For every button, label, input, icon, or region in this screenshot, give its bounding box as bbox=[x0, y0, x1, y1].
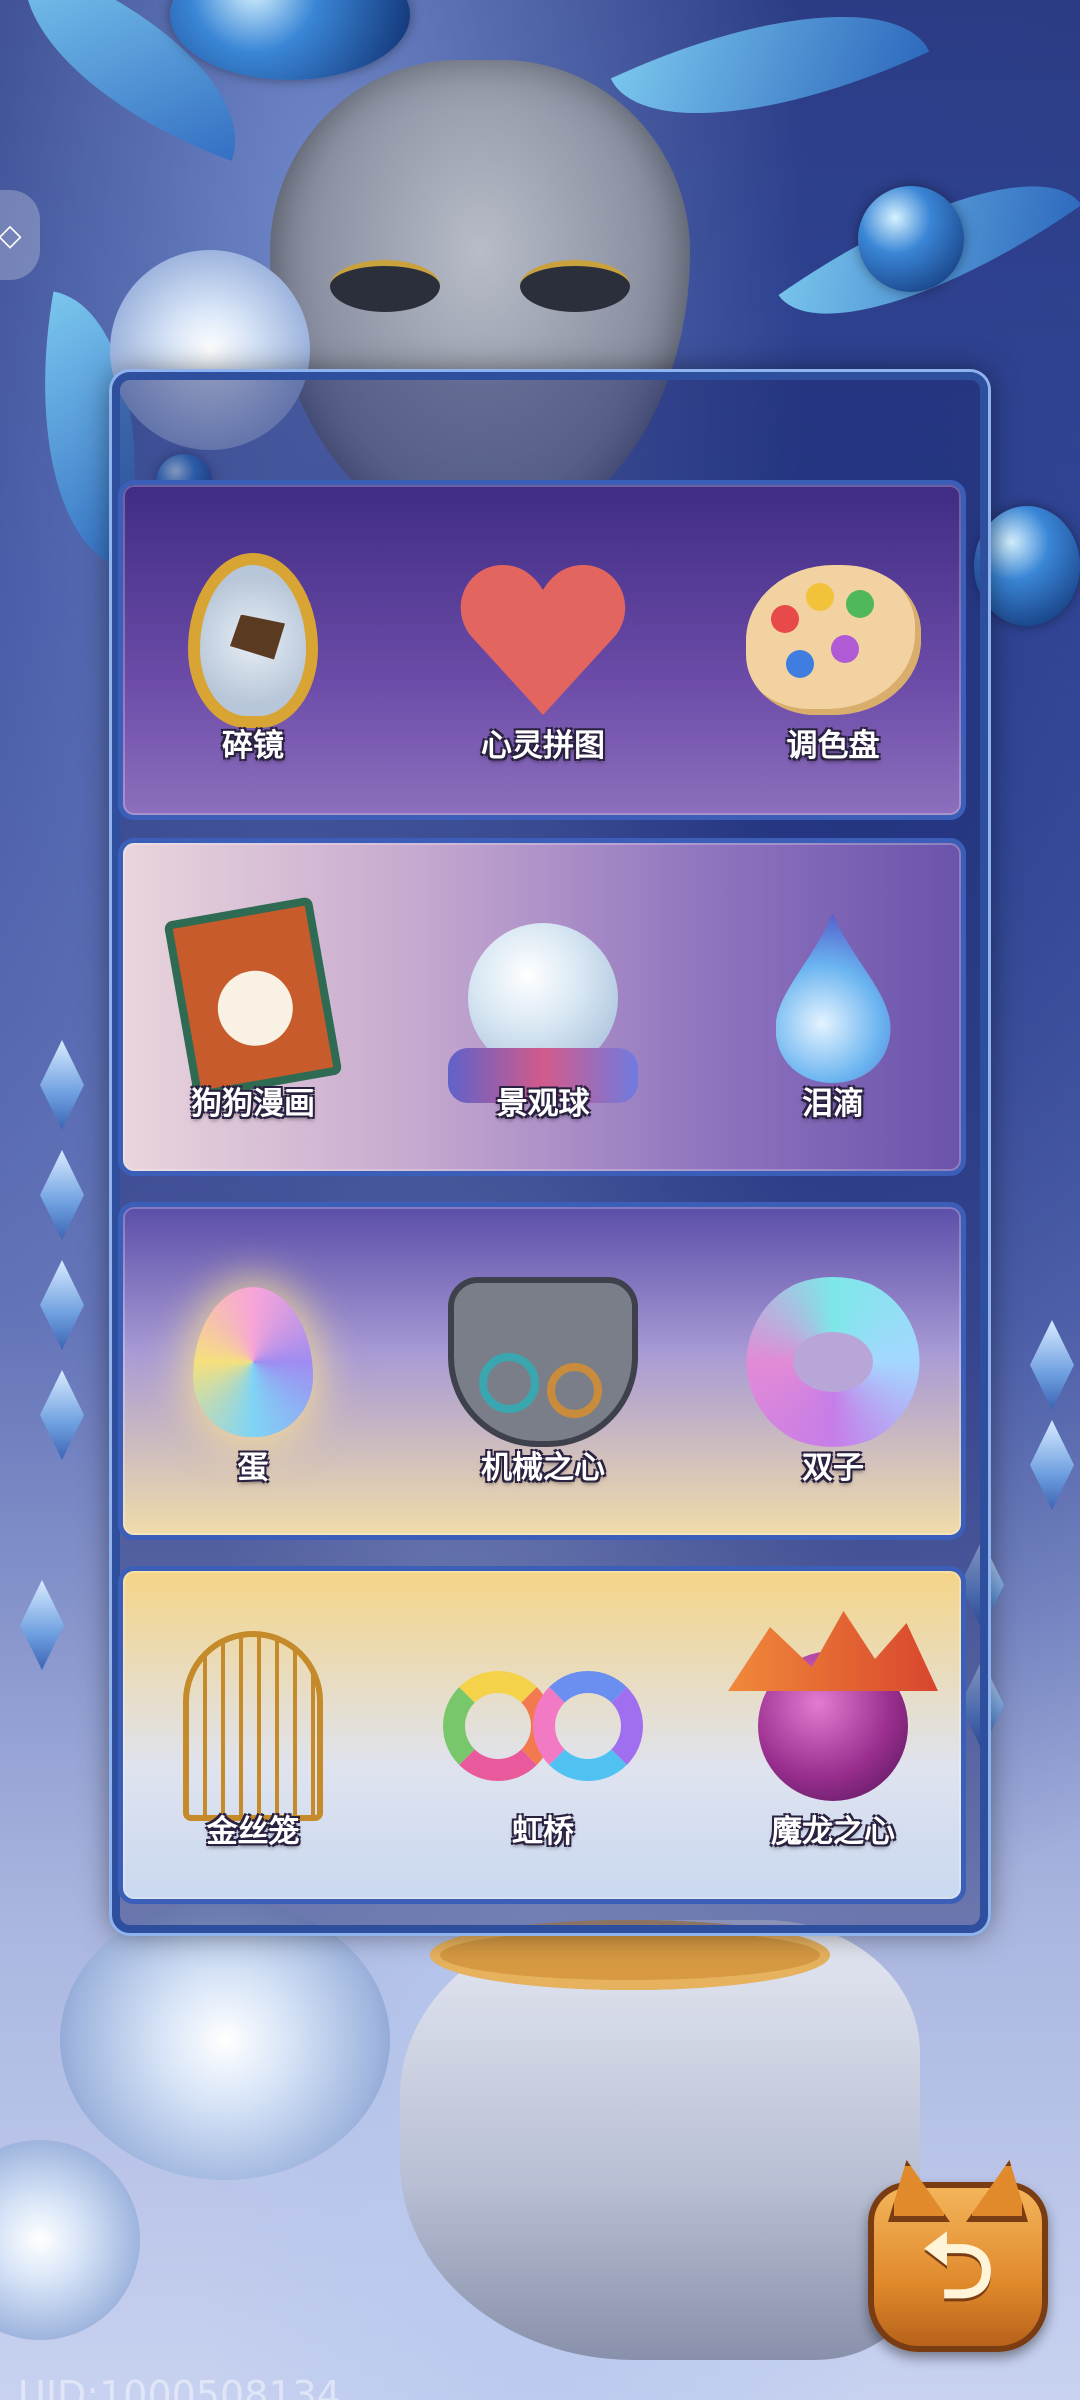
item-label: 魔龙之心 bbox=[771, 1814, 895, 1850]
twin-serpents-icon bbox=[733, 1262, 933, 1462]
collection-item[interactable]: 心灵拼图 bbox=[423, 515, 663, 765]
collection-item[interactable]: 魔龙之心 bbox=[713, 1601, 953, 1851]
orb-decoration bbox=[858, 186, 964, 292]
orb-decoration bbox=[974, 506, 1080, 626]
item-label: 泪滴 bbox=[802, 1086, 864, 1122]
item-label: 碎镜 bbox=[222, 728, 284, 764]
dragon-heart-icon bbox=[733, 1626, 933, 1826]
item-label: 景观球 bbox=[496, 1086, 590, 1122]
collection-row: 蛋 机械之心 双子 bbox=[118, 1202, 966, 1540]
item-label: 狗狗漫画 bbox=[191, 1086, 315, 1122]
item-label: 心灵拼图 bbox=[481, 728, 605, 764]
crystal-decoration bbox=[1030, 1320, 1074, 1410]
rose-decoration bbox=[0, 2140, 140, 2340]
item-label: 机械之心 bbox=[481, 1450, 605, 1486]
crystal-decoration bbox=[40, 1040, 84, 1130]
rainbow-infinity-icon bbox=[443, 1626, 643, 1826]
crystal-decoration bbox=[20, 1580, 64, 1670]
collection-item[interactable]: 蛋 bbox=[133, 1237, 373, 1487]
collection-item[interactable]: 泪滴 bbox=[713, 873, 953, 1123]
back-button[interactable]: ⮌ bbox=[868, 2182, 1048, 2352]
collection-row: 碎镜 心灵拼图 调色盘 bbox=[118, 480, 966, 820]
collection-item[interactable]: 调色盘 bbox=[713, 515, 953, 765]
item-label: 双子 bbox=[802, 1450, 864, 1486]
heart-puzzle-icon bbox=[443, 540, 643, 740]
broken-mirror-icon bbox=[153, 540, 353, 740]
back-arrow-icon: ⮌ bbox=[921, 2214, 995, 2319]
dog-comic-book-icon bbox=[153, 896, 353, 1100]
collection-item[interactable]: 景观球 bbox=[423, 873, 663, 1123]
uid-text: UID:1000508134 bbox=[18, 2373, 341, 2400]
snow-globe-icon bbox=[443, 898, 643, 1103]
leaf-decoration bbox=[610, 0, 930, 179]
item-label: 虹桥 bbox=[512, 1814, 574, 1850]
winged-egg-icon bbox=[153, 1262, 353, 1462]
collection-screen: ◇ 碎镜 心灵拼图 调色盘 狗狗漫画 景观球 泪滴 蛋 机械之心 双子 金丝笼 … bbox=[0, 0, 1080, 2400]
collection-item[interactable]: 机械之心 bbox=[423, 1237, 663, 1487]
golden-cage-icon bbox=[153, 1626, 353, 1826]
leaf-decoration bbox=[0, 0, 273, 161]
orb-decoration bbox=[170, 0, 410, 80]
collection-item[interactable]: 狗狗漫画 bbox=[133, 873, 373, 1123]
palette-icon bbox=[733, 540, 933, 740]
collection-item[interactable]: 碎镜 bbox=[133, 515, 373, 765]
mask-eye bbox=[520, 260, 630, 312]
item-label: 蛋 bbox=[237, 1450, 269, 1486]
diamond-icon: ◇ bbox=[0, 217, 22, 253]
mask-eye bbox=[330, 260, 440, 312]
mechanical-heart-icon bbox=[443, 1262, 643, 1462]
crystal-decoration bbox=[40, 1370, 84, 1460]
side-menu-tab[interactable]: ◇ bbox=[0, 190, 40, 280]
fallen-mask-illustration bbox=[400, 1920, 920, 2360]
item-label: 金丝笼 bbox=[206, 1814, 300, 1850]
collection-item[interactable]: 金丝笼 bbox=[133, 1601, 373, 1851]
crystal-decoration bbox=[40, 1150, 84, 1240]
collection-item[interactable]: 虹桥 bbox=[423, 1601, 663, 1851]
teardrop-icon bbox=[733, 898, 933, 1098]
rose-decoration bbox=[60, 1900, 390, 2180]
item-label: 调色盘 bbox=[786, 728, 880, 764]
crystal-decoration bbox=[1030, 1420, 1074, 1510]
leaf-decoration bbox=[778, 123, 1080, 377]
collection-row: 金丝笼 虹桥 魔龙之心 bbox=[118, 1566, 966, 1904]
collection-row: 狗狗漫画 景观球 泪滴 bbox=[118, 838, 966, 1176]
crystal-decoration bbox=[40, 1260, 84, 1350]
collection-item[interactable]: 双子 bbox=[713, 1237, 953, 1487]
